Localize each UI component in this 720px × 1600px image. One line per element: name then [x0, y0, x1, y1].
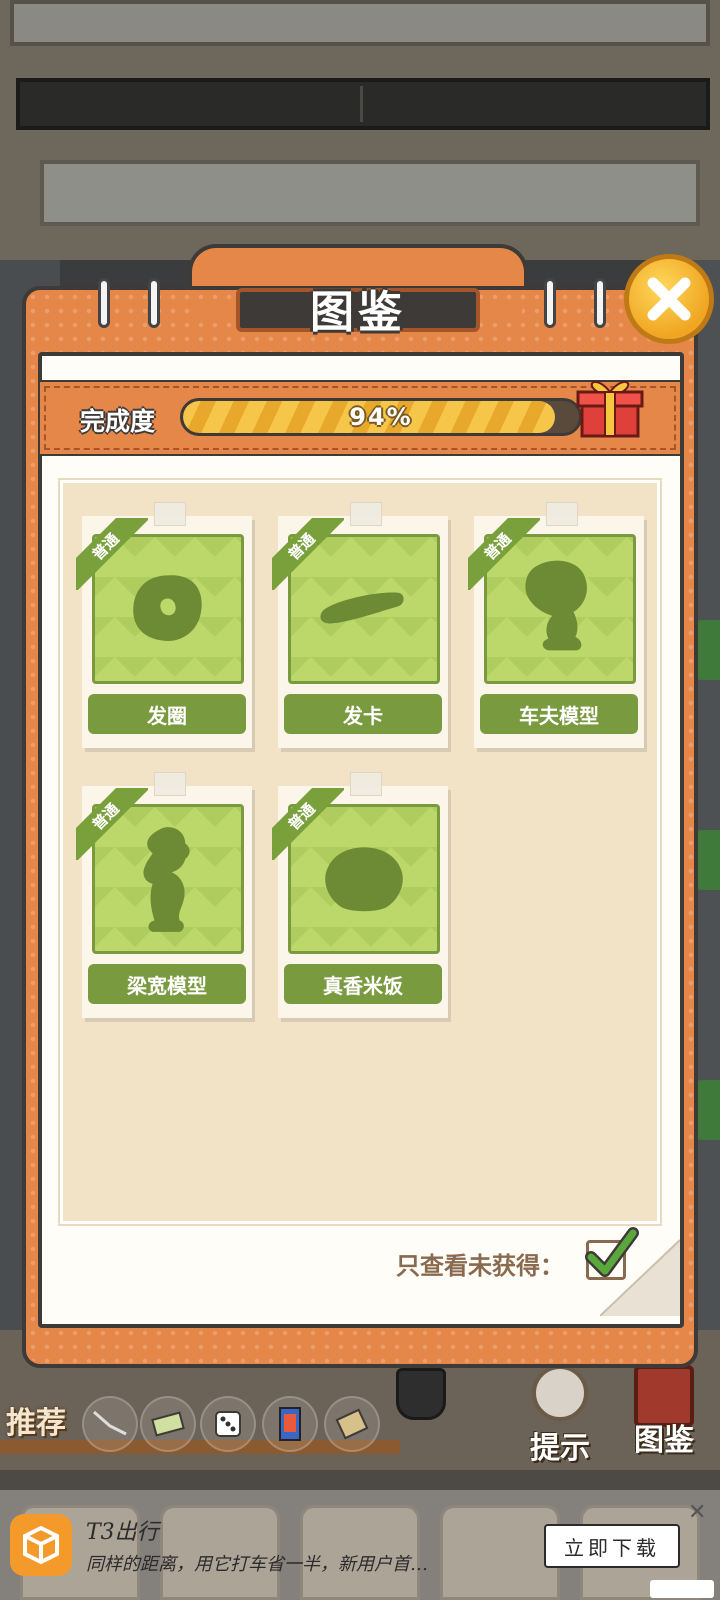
panel-title: 图鉴	[310, 287, 406, 338]
ad-download-button[interactable]: 立即下载	[544, 1524, 680, 1568]
gift-icon[interactable]	[574, 370, 646, 442]
ad-description: 同样的距离，用它打车省一半，新用户首…	[86, 1554, 428, 1575]
card-name: 真香米饭	[284, 964, 442, 1004]
ad-mark	[650, 1580, 714, 1598]
rarity-tag: 普通	[76, 788, 148, 860]
rarity-ribbon: 普通	[468, 518, 540, 590]
item-slot-book[interactable]	[324, 1396, 380, 1452]
vent-divider	[360, 86, 363, 122]
dice-icon	[215, 1411, 241, 1437]
rarity-ribbon: 普通	[272, 788, 344, 860]
collection-card-hairpin[interactable]: 普通 发卡	[272, 502, 448, 748]
card-tape	[546, 502, 578, 526]
cup-decoration	[396, 1368, 446, 1420]
air-vent	[16, 78, 710, 130]
item-slot-ticket[interactable]	[140, 1396, 196, 1452]
unobtained-filter-checkbox[interactable]	[585, 1227, 639, 1280]
rarity-tag: 普通	[76, 518, 148, 590]
card-icon	[279, 1407, 301, 1441]
card-name: 发卡	[284, 694, 442, 734]
close-button[interactable]	[624, 254, 714, 344]
book-icon	[335, 1408, 369, 1440]
hint-icon	[532, 1365, 588, 1421]
card-tape	[154, 502, 186, 526]
progress-label: 完成度	[80, 407, 156, 436]
ceiling-light-panel	[40, 160, 700, 226]
ad-app-name: T3出行	[86, 1520, 159, 1545]
ad-app-logo[interactable]	[10, 1514, 72, 1576]
card-name: 梁宽模型	[88, 964, 246, 1004]
card-name: 发圈	[88, 694, 246, 734]
rarity-tag: 普通	[468, 518, 540, 590]
collection-card-liang-kuan-figure[interactable]: 普通 梁宽模型	[76, 772, 252, 1018]
cube-logo-icon	[23, 1525, 59, 1565]
ticket-icon	[151, 1411, 185, 1437]
card-tape	[154, 772, 186, 796]
binder-ring	[148, 278, 160, 328]
checkmark-icon	[585, 1227, 639, 1277]
item-slot-card[interactable]	[262, 1396, 318, 1452]
rarity-tag: 普通	[272, 518, 344, 590]
binder-ring	[594, 278, 606, 328]
collection-card-coachman-figure[interactable]: 普通 车夫模型	[468, 502, 644, 748]
card-name: 车夫模型	[480, 694, 638, 734]
progress-percent: 94%	[349, 403, 413, 431]
binder-ring	[544, 278, 556, 328]
close-icon	[647, 277, 691, 321]
hint-button[interactable]: 提示	[520, 1365, 600, 1467]
wire-icon	[93, 1410, 127, 1436]
collection-card-rice-bowl[interactable]: 普通 真香米饭	[272, 772, 448, 1018]
rarity-tag: 普通	[272, 788, 344, 860]
progress-bar: 94%	[180, 398, 582, 436]
filter-label: 只查看未获得：	[396, 1252, 564, 1280]
card-tape	[350, 772, 382, 796]
album-label: 图鉴	[634, 1423, 694, 1458]
ad-close-icon[interactable]: ✕	[688, 1500, 706, 1525]
hint-label: 提示	[530, 1431, 590, 1466]
item-slot-dice[interactable]	[200, 1396, 256, 1452]
rarity-ribbon: 普通	[76, 518, 148, 590]
item-slot-wire[interactable]	[82, 1396, 138, 1452]
recommend-label: 推荐	[6, 1406, 66, 1441]
binder-ring	[98, 278, 110, 328]
card-tape	[350, 502, 382, 526]
ceiling-light-panel	[10, 0, 710, 46]
rarity-ribbon: 普通	[272, 518, 344, 590]
collection-card-hair-tie[interactable]: 普通 发圈	[76, 502, 252, 748]
rarity-ribbon: 普通	[76, 788, 148, 860]
album-button[interactable]: 图鉴	[614, 1365, 714, 1459]
